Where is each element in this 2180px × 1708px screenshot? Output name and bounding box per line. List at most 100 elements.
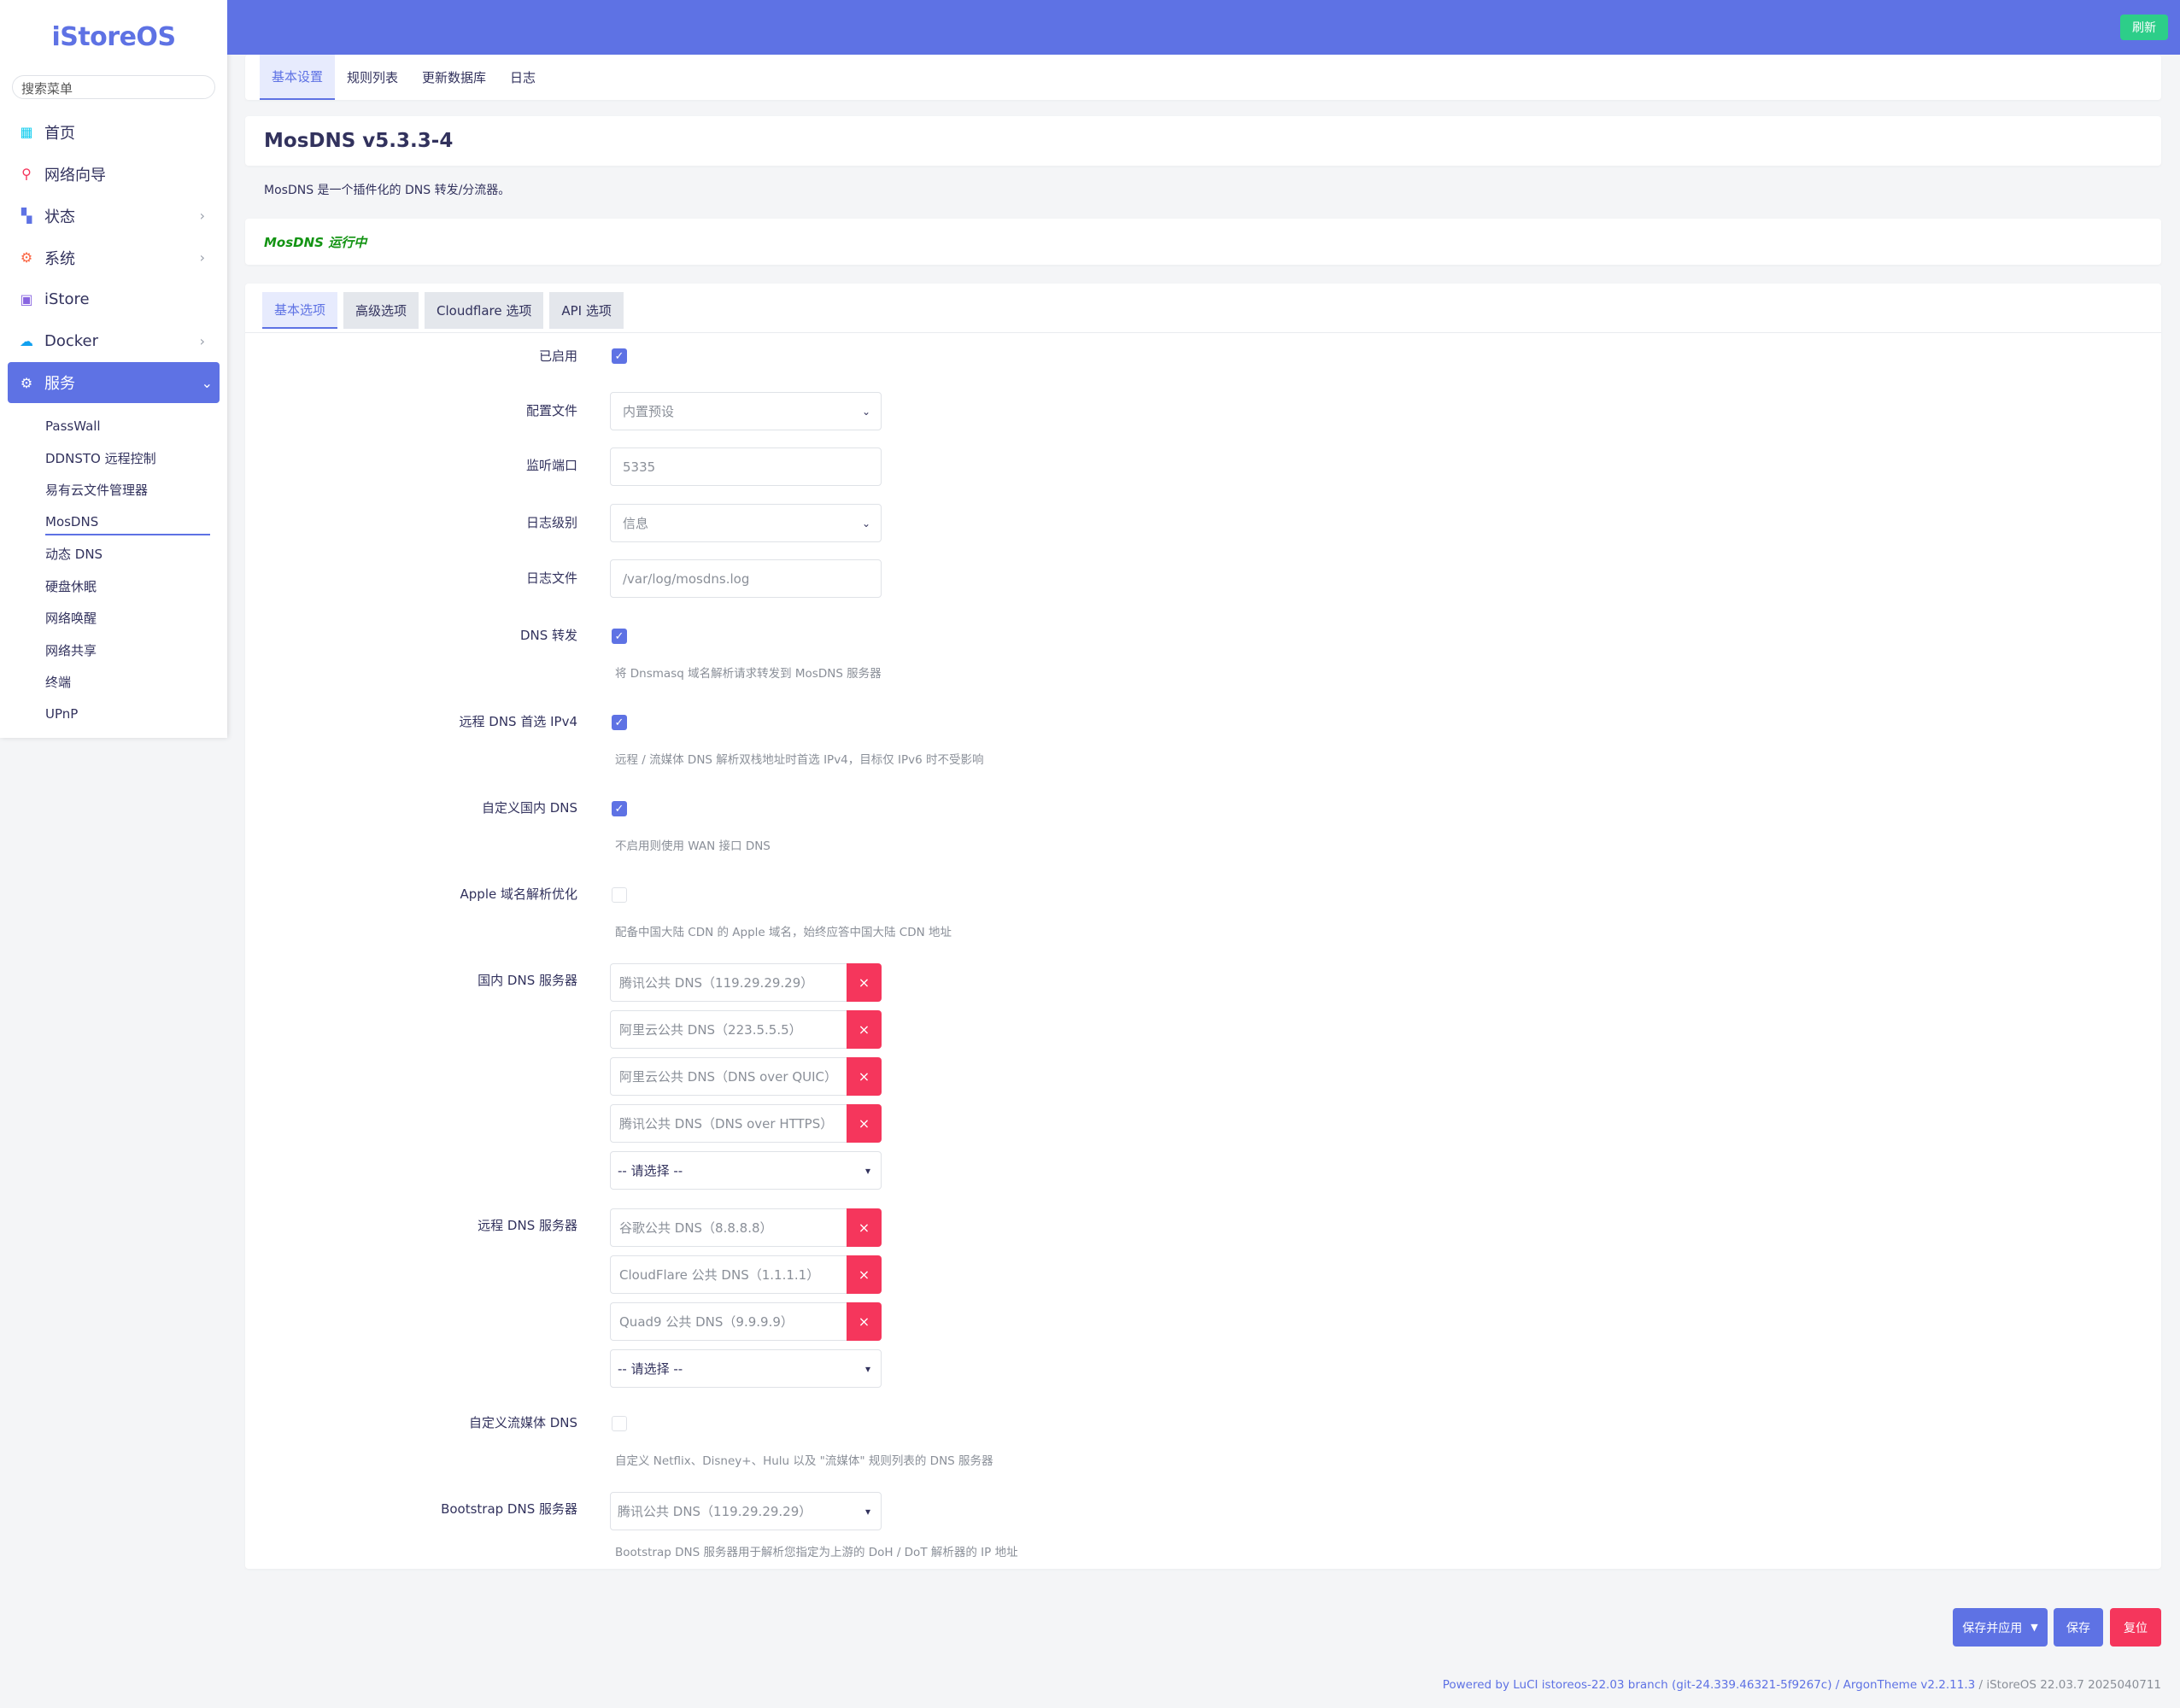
tab-update-database[interactable]: 更新数据库 [410,55,498,100]
sidebar-item-label: iStore [44,290,90,308]
sidebar-item-istore[interactable]: ▣ iStore [0,278,227,320]
search-input[interactable]: 搜索菜单 [12,75,215,99]
enabled-checkbox[interactable]: ✓ [612,348,627,364]
dns-forward-label: DNS 转发 [519,628,577,643]
reset-button[interactable]: 复位 [2110,1608,2161,1647]
status-badge: MosDNS 运行中 [245,219,2161,265]
location-icon: ⚲ [21,166,32,182]
sidebar-item-label: 网络向导 [44,166,106,184]
subtab-cloudflare[interactable]: Cloudflare 选项 [425,292,544,329]
remote-dns-entry: 谷歌公共 DNS（8.8.8.8） × [610,1208,882,1247]
footer-version: / iStoreOS 22.03.7 2025040711 [1975,1678,2161,1692]
config-file-select[interactable]: 内置预设 ⌄ [610,392,882,430]
sidebar-subitem-wol[interactable]: 网络唤醒 [0,602,227,635]
logo[interactable]: iStoreOS [0,0,227,73]
footer-link[interactable]: Powered by LuCI istoreos-22.03 branch (g… [1443,1678,1976,1692]
form-area: 已启用 ✓ 配置文件 内置预设 ⌄ 监听端口 5335 日志级别 信息 ⌄ 日志… [245,332,2161,1569]
log-file-label: 日志文件 [525,570,577,586]
bootstrap-dns-value: 腾讯公共 DNS（119.29.29.29） [618,1504,812,1519]
save-button[interactable]: 保存 [2054,1608,2103,1647]
remote-dns-label: 远程 DNS 服务器 [478,1218,577,1233]
local-dns-value[interactable]: 腾讯公共 DNS（DNS over HTTPS） [610,1104,847,1143]
remove-icon[interactable]: × [847,963,882,1002]
sidebar-subitem-ddns[interactable]: 动态 DNS [0,538,227,570]
sidebar-subitem-samba[interactable]: 网络共享 [0,635,227,667]
sidebar-item-status[interactable]: ▚ 状态 › [0,195,227,237]
subtab-advanced[interactable]: 高级选项 [343,292,419,329]
sidebar-item-docker[interactable]: ☁ Docker › [0,320,227,362]
tab-log[interactable]: 日志 [498,55,548,100]
local-dns-value[interactable]: 阿里云公共 DNS（DNS over QUIC） [610,1057,847,1096]
sidebar-item-label: Docker [44,332,99,350]
chevron-right-icon: › [199,333,205,349]
sidebar-item-label: 系统 [44,249,75,268]
local-dns-value[interactable]: 阿里云公共 DNS（223.5.5.5） [610,1010,847,1049]
cogs-icon: ⚙ [20,374,33,391]
sidebar-item-services[interactable]: ⚙ 服务 ⌄ [8,362,220,403]
sidebar-item-home[interactable]: ▦ 首页 [0,111,227,153]
dashboard-icon: ▦ [20,124,33,140]
chevron-down-icon: ⌄ [861,405,870,418]
sidebar-subitem-terminal[interactable]: 终端 [0,666,227,699]
subtab-basic[interactable]: 基本选项 [262,292,338,329]
subtab-api[interactable]: API 选项 [549,292,624,329]
local-dns-label: 国内 DNS 服务器 [478,973,577,988]
log-level-label: 日志级别 [525,515,577,530]
log-file-placeholder: /var/log/mosdns.log [623,570,750,587]
log-level-value: 信息 [623,516,649,531]
apple-opt-checkbox[interactable] [612,887,627,903]
log-level-select[interactable]: 信息 ⌄ [610,504,882,542]
sidebar-subitem-linkease[interactable]: 易有云文件管理器 [0,474,227,506]
remote-dns-value[interactable]: Quad9 公共 DNS（9.9.9.9） [610,1302,847,1341]
sidebar-item-wizard[interactable]: ⚲ 网络向导 [0,153,227,195]
sidebar-subitem-ddnsto[interactable]: DDNSTO 远程控制 [0,442,227,475]
footer: Powered by LuCI istoreos-22.03 branch (g… [1443,1678,2161,1692]
listen-port-label: 监听端口 [525,458,577,473]
local-dns-add-select[interactable]: -- 请选择 -- ▾ [610,1151,882,1190]
caret-down-icon: ▾ [864,1164,870,1177]
sidebar-subitem-upnp[interactable]: UPnP [0,699,227,731]
main-tabs: 基本设置 规则列表 更新数据库 日志 [245,55,2161,100]
section-tabs: 基本选项 高级选项 Cloudflare 选项 API 选项 [262,292,630,329]
custom-local-dns-label: 自定义国内 DNS [481,800,577,816]
prefer-ipv4-checkbox[interactable]: ✓ [612,715,627,730]
log-file-input[interactable]: /var/log/mosdns.log [610,559,882,598]
page-description: MosDNS 是一个插件化的 DNS 转发/分流器。 [264,184,511,197]
sidebar-item-system[interactable]: ⚙ 系统 › [0,237,227,278]
remove-icon[interactable]: × [847,1057,882,1096]
page-title: MosDNS v5.3.3-4 [245,116,2161,166]
chevron-down-icon: ⌄ [861,517,870,529]
caret-down-icon: ▾ [864,1362,870,1375]
save-apply-button[interactable]: 保存并应用 ▼ [1953,1608,2048,1647]
sidebar-item-label: 状态 [44,208,75,226]
remove-icon[interactable]: × [847,1302,882,1341]
remote-dns-value[interactable]: 谷歌公共 DNS（8.8.8.8） [610,1208,847,1247]
refresh-button[interactable]: 刷新 [2120,15,2168,40]
sidebar-subitem-hd-idle[interactable]: 硬盘休眠 [0,570,227,603]
custom-stream-dns-label: 自定义流媒体 DNS [468,1415,577,1430]
sidebar-subitem-passwall[interactable]: PassWall [0,410,227,442]
sidebar-subitem-mosdns[interactable]: MosDNS [0,506,227,539]
custom-local-dns-checkbox[interactable]: ✓ [612,801,627,816]
dns-forward-checkbox[interactable]: ✓ [612,629,627,644]
dns-forward-hint: 将 Dnsmasq 域名解析请求转发到 MosDNS 服务器 [615,667,882,681]
sidebar: iStoreOS 搜索菜单 ▦ 首页 ⚲ 网络向导 ▚ 状态 › ⚙ 系统 › … [0,0,227,738]
remove-icon[interactable]: × [847,1010,882,1049]
remove-icon[interactable]: × [847,1255,882,1294]
chevron-right-icon: › [199,249,205,266]
remove-icon[interactable]: × [847,1208,882,1247]
bootstrap-dns-select[interactable]: 腾讯公共 DNS（119.29.29.29） ▾ [610,1492,882,1530]
remote-dns-value[interactable]: CloudFlare 公共 DNS（1.1.1.1） [610,1255,847,1294]
sidebar-item-label: 首页 [44,124,75,143]
bootstrap-dns-label: Bootstrap DNS 服务器 [441,1501,577,1517]
tab-rule-list[interactable]: 规则列表 [335,55,410,100]
remote-dns-select-placeholder: -- 请选择 -- [618,1361,683,1377]
local-dns-value[interactable]: 腾讯公共 DNS（119.29.29.29） [610,963,847,1002]
remove-icon[interactable]: × [847,1104,882,1143]
listen-port-input[interactable]: 5335 [610,447,882,486]
listen-port-placeholder: 5335 [623,459,656,475]
bootstrap-dns-hint: Bootstrap DNS 服务器用于解析您指定为上游的 DoH / DoT 解… [615,1546,1018,1559]
custom-stream-dns-checkbox[interactable] [612,1416,627,1431]
tab-basic-settings[interactable]: 基本设置 [260,55,336,100]
remote-dns-add-select[interactable]: -- 请选择 -- ▾ [610,1349,882,1388]
